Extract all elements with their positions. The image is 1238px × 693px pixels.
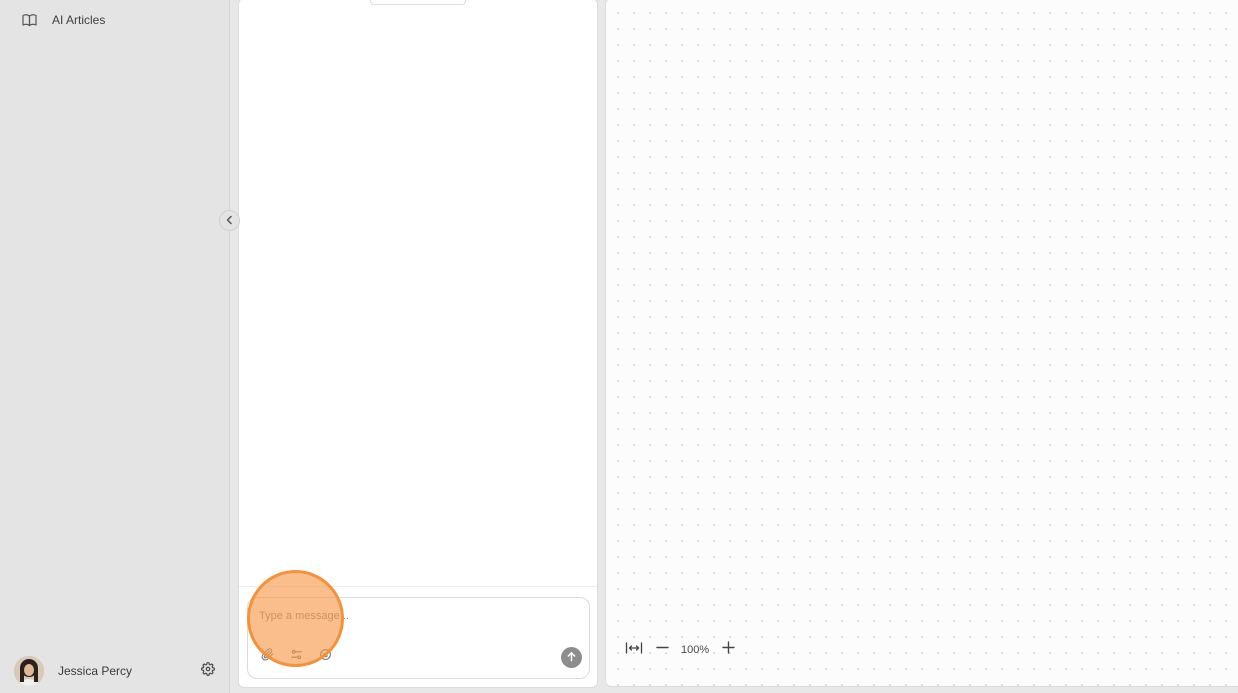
divider xyxy=(239,586,597,587)
sidebar-item-label: AI Articles xyxy=(52,13,106,27)
paperclip-icon xyxy=(261,648,274,666)
minus-icon xyxy=(655,641,669,659)
options-button[interactable] xyxy=(288,649,304,665)
collapse-sidebar-button[interactable] xyxy=(219,210,240,231)
settings-button[interactable] xyxy=(199,661,217,681)
attach-button[interactable] xyxy=(259,648,275,666)
message-composer xyxy=(247,597,590,679)
emoji-button[interactable] xyxy=(317,649,333,665)
zoom-out-button[interactable] xyxy=(651,639,673,661)
arrow-up-icon xyxy=(566,649,577,667)
message-input[interactable] xyxy=(259,606,559,626)
user-name: Jessica Percy xyxy=(58,664,133,678)
chat-panel xyxy=(238,0,598,688)
canvas[interactable]: 100% xyxy=(605,0,1238,687)
zoom-controls: 100% xyxy=(623,639,739,661)
zoom-level: 100% xyxy=(681,644,710,656)
message-bubble xyxy=(370,0,466,5)
book-open-icon xyxy=(22,12,38,28)
plus-icon xyxy=(721,641,735,659)
sidebar: AI Articles Jessica Percy xyxy=(0,0,230,693)
fit-width-icon xyxy=(625,641,643,660)
zoom-in-button[interactable] xyxy=(717,639,739,661)
avatar[interactable] xyxy=(14,656,44,686)
smile-icon xyxy=(319,648,332,666)
sliders-icon xyxy=(290,648,303,666)
user-profile[interactable]: Jessica Percy xyxy=(0,649,230,693)
chevron-left-icon xyxy=(225,212,234,230)
send-button[interactable] xyxy=(561,647,582,668)
fit-width-button[interactable] xyxy=(623,639,645,661)
gear-icon xyxy=(201,661,215,681)
sidebar-item-ai-articles[interactable]: AI Articles xyxy=(12,8,218,32)
